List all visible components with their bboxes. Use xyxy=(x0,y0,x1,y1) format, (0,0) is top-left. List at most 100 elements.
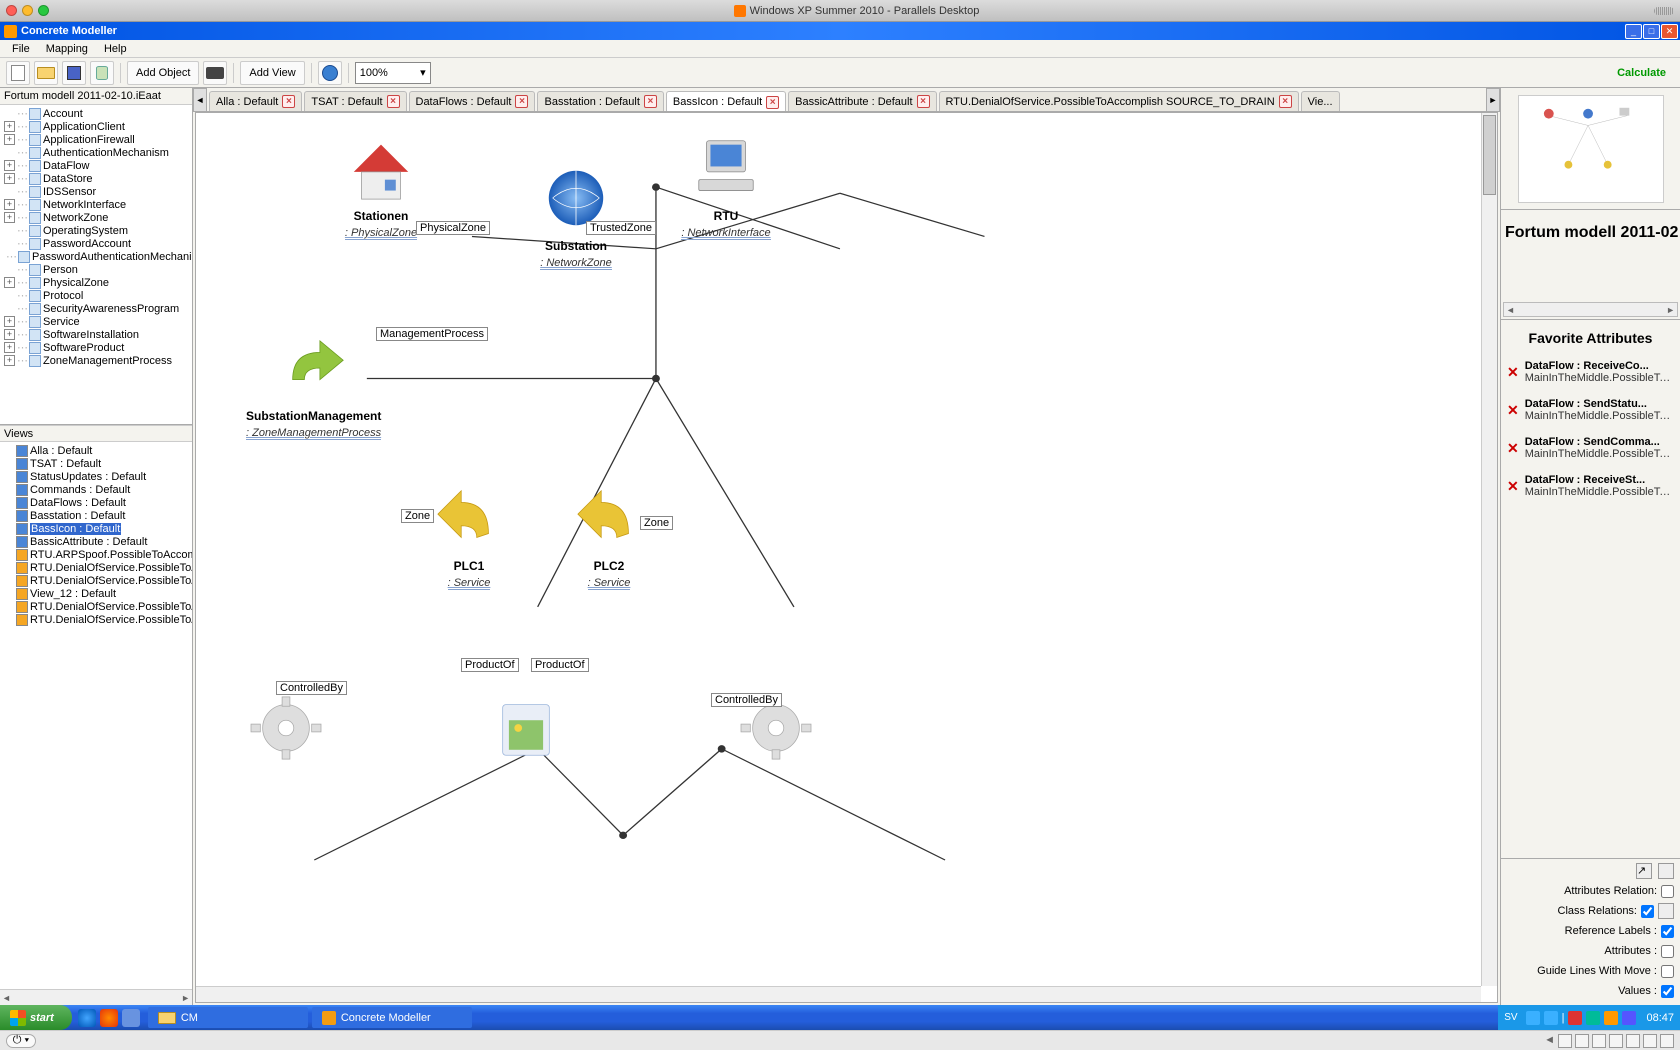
clock[interactable]: 08:47 xyxy=(1646,1012,1674,1024)
favourite-item[interactable]: ✕DataFlow : ReceiveCo...MainInTheMiddle.… xyxy=(1507,360,1674,384)
model-tree-item[interactable]: +⋯ApplicationFirewall xyxy=(0,133,192,146)
opt-attributes-relation-checkbox[interactable] xyxy=(1661,885,1674,898)
node-substation[interactable]: Substation : NetworkZone xyxy=(496,163,656,270)
menu-help[interactable]: Help xyxy=(96,42,135,56)
views-tree-item[interactable]: RTU.DenialOfService.PossibleToAccomp xyxy=(0,574,192,587)
tab-close-icon[interactable]: × xyxy=(766,96,779,109)
close-button[interactable]: ✕ xyxy=(1661,24,1678,39)
node-plc2[interactable]: PLC2 : Service xyxy=(549,483,669,590)
view-tab[interactable]: DataFlows : Default× xyxy=(409,91,536,111)
favourite-item[interactable]: ✕DataFlow : SendStatu...MainInTheMiddle.… xyxy=(1507,398,1674,422)
edge-trustedzone[interactable]: TrustedZone xyxy=(586,221,656,235)
favourite-item[interactable]: ✕DataFlow : ReceiveSt...MainInTheMiddle.… xyxy=(1507,474,1674,498)
db-button[interactable] xyxy=(90,61,114,85)
firefox-icon[interactable] xyxy=(100,1009,118,1027)
views-tree-item[interactable]: BassicAttribute : Default xyxy=(0,535,192,548)
tray-icon[interactable] xyxy=(1622,1011,1636,1025)
tabs-scroll-right[interactable]: ► xyxy=(1486,88,1500,112)
tab-close-icon[interactable]: × xyxy=(515,95,528,108)
opt-reference-labels-checkbox[interactable] xyxy=(1661,925,1674,938)
open-button[interactable] xyxy=(34,61,58,85)
model-tree-item[interactable]: +⋯SoftwareProduct xyxy=(0,341,192,354)
tree-expand-icon[interactable]: + xyxy=(4,121,15,132)
model-tree-item[interactable]: +⋯ZoneManagementProcess xyxy=(0,354,192,367)
model-tree-root[interactable]: Fortum modell 2011-02-10.iEaat xyxy=(0,88,192,105)
views-tree-item[interactable]: Basstation : Default xyxy=(0,509,192,522)
views-tree-item[interactable]: RTU.DenialOfService.PossibleToAccomp xyxy=(0,600,192,613)
tab-close-icon[interactable]: × xyxy=(387,95,400,108)
edge-zone-right[interactable]: Zone xyxy=(640,516,673,530)
edge-controlledby-right[interactable]: ControlledBy xyxy=(711,693,782,707)
host-icon[interactable] xyxy=(1643,1034,1657,1048)
host-icon[interactable] xyxy=(1609,1034,1623,1048)
mac-minimize-icon[interactable] xyxy=(22,5,33,16)
taskbar-item-cm-folder[interactable]: CM xyxy=(148,1007,308,1028)
show-desktop-icon[interactable] xyxy=(122,1009,140,1027)
minimize-button[interactable]: _ xyxy=(1625,24,1642,39)
node-gear-left[interactable] xyxy=(226,693,346,766)
canvas-area[interactable]: Stationen : PhysicalZone Substation : Ne… xyxy=(195,112,1498,1003)
favourite-item[interactable]: ✕DataFlow : SendComma...MainInTheMiddle.… xyxy=(1507,436,1674,460)
favourite-remove-icon[interactable]: ✕ xyxy=(1507,398,1519,419)
tabs-scroll-left[interactable]: ◄ xyxy=(193,88,207,112)
add-view-button[interactable]: Add View xyxy=(240,61,304,85)
tray-icon[interactable] xyxy=(1604,1011,1618,1025)
views-tree-item[interactable]: DataFlows : Default xyxy=(0,496,192,509)
tree-expand-icon[interactable]: + xyxy=(4,277,15,288)
save-button[interactable] xyxy=(62,61,86,85)
view-tab[interactable]: Alla : Default× xyxy=(209,91,302,111)
tree-expand-icon[interactable]: + xyxy=(4,212,15,223)
tray-icon[interactable] xyxy=(1526,1011,1540,1025)
tab-close-icon[interactable]: × xyxy=(1279,95,1292,108)
start-button[interactable]: start xyxy=(0,1005,72,1030)
left-hscroll[interactable]: ◄► xyxy=(0,989,192,1005)
class-relations-icon[interactable] xyxy=(1658,903,1674,919)
tray-icon[interactable] xyxy=(1544,1011,1558,1025)
views-tree-item[interactable]: RTU.DenialOfService.PossibleToAccomp xyxy=(0,561,192,574)
view-tab[interactable]: Basstation : Default× xyxy=(537,91,663,111)
tree-expand-icon[interactable]: + xyxy=(4,173,15,184)
tab-close-icon[interactable]: × xyxy=(644,95,657,108)
tree-expand-icon[interactable]: + xyxy=(4,134,15,145)
canvas[interactable]: Stationen : PhysicalZone Substation : Ne… xyxy=(196,113,1497,1002)
model-tree-item[interactable]: +⋯NetworkZone xyxy=(0,211,192,224)
tree-expand-icon[interactable]: + xyxy=(4,329,15,340)
mac-zoom-icon[interactable] xyxy=(38,5,49,16)
tree-expand-icon[interactable]: + xyxy=(4,316,15,327)
edge-zone-left[interactable]: Zone xyxy=(401,509,434,523)
model-tree-item[interactable]: ⋯PasswordAuthenticationMechanism xyxy=(0,250,192,263)
maximize-button[interactable]: □ xyxy=(1643,24,1660,39)
model-tree-item[interactable]: +⋯ApplicationClient xyxy=(0,120,192,133)
views-tree-item[interactable]: RTU.DenialOfService.PossibleToAccomp xyxy=(0,613,192,626)
views-tree-item[interactable]: Commands : Default xyxy=(0,483,192,496)
favourite-remove-icon[interactable]: ✕ xyxy=(1507,360,1519,381)
tree-expand-icon[interactable]: + xyxy=(4,342,15,353)
views-tree-item[interactable]: TSAT : Default xyxy=(0,457,192,470)
canvas-scroll-horizontal[interactable] xyxy=(196,986,1481,1002)
model-tree-item[interactable]: ⋯Person xyxy=(0,263,192,276)
globe-button[interactable] xyxy=(318,61,342,85)
add-object-button[interactable]: Add Object xyxy=(127,61,199,85)
language-indicator[interactable]: SV xyxy=(1504,1012,1517,1023)
zoom-select[interactable]: 100%▾ xyxy=(355,62,431,84)
new-button[interactable] xyxy=(6,61,30,85)
model-tree-item[interactable]: +⋯NetworkInterface xyxy=(0,198,192,211)
view-tab[interactable]: RTU.DenialOfService.PossibleToAccomplish… xyxy=(939,91,1299,111)
host-icon[interactable] xyxy=(1660,1034,1674,1048)
expand-icon[interactable]: ↗ xyxy=(1636,863,1652,879)
views-tree-item[interactable]: RTU.ARPSpoof.PossibleToAccomplish IM xyxy=(0,548,192,561)
tree-expand-icon[interactable]: + xyxy=(4,355,15,366)
legend-icon[interactable] xyxy=(1658,863,1674,879)
tab-close-icon[interactable]: × xyxy=(917,95,930,108)
left-arrow-icon[interactable]: ◄ xyxy=(1544,1034,1555,1048)
host-icon[interactable] xyxy=(1575,1034,1589,1048)
favourite-remove-icon[interactable]: ✕ xyxy=(1507,474,1519,495)
edge-productof-left[interactable]: ProductOf xyxy=(461,658,519,672)
views-tree-item[interactable]: BassIcon : Default xyxy=(0,522,192,535)
canvas-scroll-vertical[interactable] xyxy=(1481,113,1497,986)
views-tree-item[interactable]: StatusUpdates : Default xyxy=(0,470,192,483)
tree-expand-icon[interactable]: + xyxy=(4,199,15,210)
model-tree-item[interactable]: ⋯PasswordAccount xyxy=(0,237,192,250)
model-tree-item[interactable]: ⋯Account xyxy=(0,107,192,120)
ie-icon[interactable] xyxy=(78,1009,96,1027)
